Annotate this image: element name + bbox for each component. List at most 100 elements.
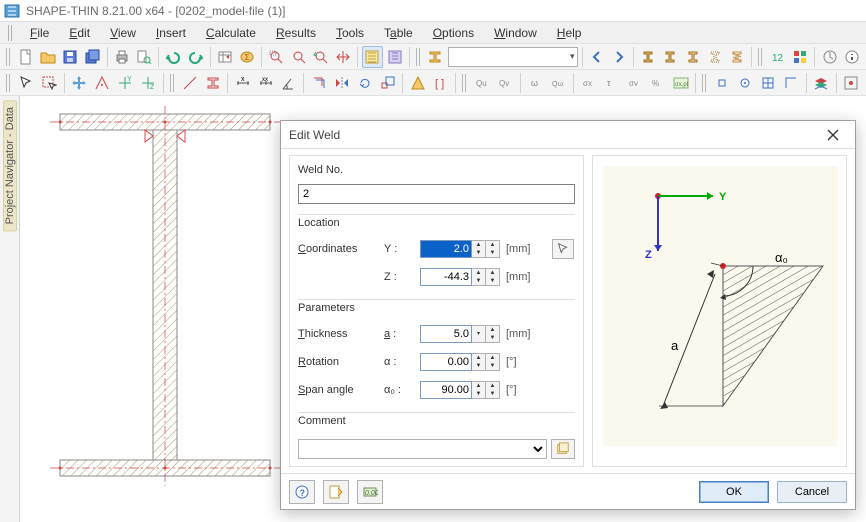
ucs-z-icon[interactable]: Z (138, 72, 159, 94)
zoom-previous-icon[interactable] (311, 46, 331, 68)
span-angle-input[interactable] (420, 381, 472, 399)
ok-button[interactable]: OK (699, 481, 769, 503)
cancel-button[interactable]: Cancel (777, 481, 847, 503)
comment-combo[interactable] (298, 439, 547, 459)
stress-sigma-x-icon[interactable]: σx (578, 72, 599, 94)
weld-icon[interactable] (407, 72, 428, 94)
snap-grid-icon[interactable] (758, 72, 779, 94)
menu-view[interactable]: View (100, 24, 146, 42)
project-navigator-tab[interactable]: Project Navigator - Data (0, 96, 20, 522)
save-icon[interactable] (60, 46, 80, 68)
pick-point-button[interactable] (552, 239, 574, 259)
toolbar-grip[interactable] (462, 74, 468, 92)
print-icon[interactable] (112, 46, 132, 68)
stress-sigma-xpl-icon[interactable]: σx,pl (670, 72, 691, 94)
stress-qomega-icon[interactable]: Qω (548, 72, 569, 94)
stress-tau-icon[interactable]: τ (601, 72, 622, 94)
open-folder-icon[interactable] (38, 46, 58, 68)
print-preview-icon[interactable] (134, 46, 154, 68)
view-results-icon[interactable] (385, 46, 405, 68)
pan-icon[interactable] (333, 46, 353, 68)
select-icon[interactable] (16, 72, 37, 94)
menu-calculate[interactable]: Calculate (196, 24, 266, 42)
rotation-spinner[interactable]: ▲▼ (472, 353, 486, 371)
comment-library-button[interactable] (551, 439, 575, 459)
thickness-dropdown[interactable]: ▾ (472, 325, 486, 343)
layers-icon[interactable] (811, 72, 832, 94)
z-spinner[interactable]: ▲▼ (472, 268, 486, 286)
y-spinner[interactable]: ▲▼ (472, 240, 486, 258)
snap-endpoint-icon[interactable] (712, 72, 733, 94)
y-input[interactable] (420, 240, 472, 258)
ucs-y-icon[interactable]: Y (115, 72, 136, 94)
rotation-input[interactable] (420, 353, 472, 371)
line-icon[interactable] (179, 72, 200, 94)
new-file-icon[interactable] (15, 46, 35, 68)
z-input[interactable] (420, 268, 472, 286)
edit-note-button[interactable] (323, 480, 349, 504)
menu-table[interactable]: Table (374, 24, 423, 42)
render-1-icon[interactable] (638, 46, 658, 68)
toolbar-grip[interactable] (6, 74, 12, 92)
view-model-icon[interactable] (362, 46, 382, 68)
redo-icon[interactable] (185, 46, 205, 68)
help-button[interactable]: ? (289, 480, 315, 504)
toolbar-grip[interactable] (416, 48, 421, 66)
draw-shape-icon[interactable] (202, 72, 223, 94)
thickness-spinner[interactable]: ▲▼ (486, 325, 500, 343)
dialog-titlebar[interactable]: Edit Weld (281, 121, 855, 149)
toolbar-grip[interactable] (6, 48, 11, 66)
z-step-spinner[interactable]: ▲▼ (486, 268, 500, 286)
dimension-xx-icon[interactable]: xx (255, 72, 276, 94)
toolbar-grip[interactable] (170, 74, 176, 92)
select-window-icon[interactable] (39, 72, 60, 94)
menu-help[interactable]: Help (547, 24, 592, 42)
menu-edit[interactable]: Edit (59, 24, 100, 42)
move-icon[interactable] (69, 72, 90, 94)
render-3-icon[interactable] (683, 46, 703, 68)
snap-center-icon[interactable] (735, 72, 756, 94)
origin-icon[interactable] (92, 72, 113, 94)
snap-ortho-icon[interactable] (781, 72, 802, 94)
rotate-icon[interactable] (354, 72, 375, 94)
nav-left-icon[interactable] (586, 46, 606, 68)
scale-icon[interactable] (377, 72, 398, 94)
stress-point-combo[interactable]: ▾ (448, 47, 578, 67)
units-button[interactable]: 0.00 (357, 480, 383, 504)
mirror-icon[interactable] (331, 72, 352, 94)
numbering-icon[interactable]: 12 (768, 46, 788, 68)
render-4-icon[interactable] (705, 46, 725, 68)
zoom-window-icon[interactable] (266, 46, 286, 68)
rotation-step-spinner[interactable]: ▲▼ (486, 353, 500, 371)
stress-qv-icon[interactable]: Qv (495, 72, 516, 94)
thickness-input[interactable] (420, 325, 472, 343)
toolbar-grip[interactable] (758, 48, 763, 66)
span-angle-spinner[interactable]: ▲▼ (472, 381, 486, 399)
stress-percent-icon[interactable]: % (647, 72, 668, 94)
y-step-spinner[interactable]: ▲▼ (486, 240, 500, 258)
stress-qu-icon[interactable]: Qu (472, 72, 493, 94)
render-5-icon[interactable] (727, 46, 747, 68)
info-icon[interactable] (842, 46, 862, 68)
show-shape-icon[interactable] (425, 46, 445, 68)
dimension-x-icon[interactable]: x (232, 72, 253, 94)
menu-window[interactable]: Window (484, 24, 547, 42)
undo-icon[interactable] (163, 46, 183, 68)
stress-sigma-v-icon[interactable]: σv (624, 72, 645, 94)
menu-results[interactable]: Results (266, 24, 326, 42)
stress-omega-icon[interactable]: ω (525, 72, 546, 94)
dimension-angle-icon[interactable] (278, 72, 299, 94)
span-angle-step-spinner[interactable]: ▲▼ (486, 381, 500, 399)
close-icon[interactable] (819, 125, 847, 145)
nav-right-icon[interactable] (609, 46, 629, 68)
snap-settings-icon[interactable] (841, 72, 862, 94)
zoom-extents-icon[interactable] (288, 46, 308, 68)
calculate-icon[interactable]: Σ (237, 46, 257, 68)
goto-table-icon[interactable] (215, 46, 235, 68)
menu-file[interactable]: File (20, 24, 59, 42)
color-icon[interactable] (790, 46, 810, 68)
weld-no-input[interactable] (298, 184, 575, 204)
save-multi-icon[interactable] (82, 46, 102, 68)
render-2-icon[interactable] (660, 46, 680, 68)
offset-icon[interactable] (308, 72, 329, 94)
